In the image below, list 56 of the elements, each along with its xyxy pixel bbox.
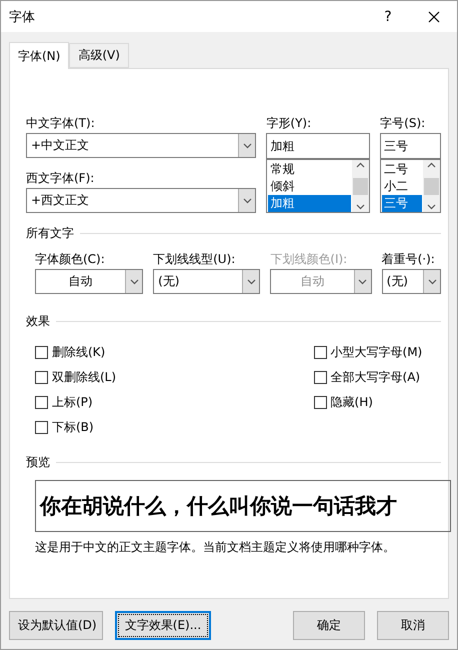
section-heading: 预览 (26, 454, 50, 471)
checkbox[interactable]: 删除线(K) (35, 344, 314, 360)
scrollbar[interactable] (423, 160, 440, 212)
chevron-down-icon (242, 142, 252, 148)
tab[interactable]: 字体(N) (9, 42, 70, 69)
field-label: 下划线线型(U): (153, 251, 236, 267)
field-label: 字形(Y): (266, 115, 312, 131)
window-title: 字体 (9, 8, 36, 26)
help-button[interactable]: ? (365, 1, 411, 32)
chevron-down-icon (427, 204, 436, 210)
list-item[interactable]: 常规 (268, 161, 352, 178)
dropdown[interactable]: 自动 (35, 269, 144, 294)
dialog-button[interactable]: 设为默认值(D) (9, 611, 103, 640)
field-label: 下划线颜色(I): (270, 251, 348, 267)
checkbox[interactable]: 双删除线(L) (35, 369, 314, 385)
checkbox[interactable]: 全部大写字母(A) (314, 369, 441, 385)
chevron-down-icon (356, 204, 366, 210)
input-field[interactable]: 三号 (380, 133, 441, 159)
scrollbar[interactable] (352, 160, 370, 212)
chevron-down-icon (246, 278, 256, 284)
list-item[interactable]: 小二 (382, 178, 422, 195)
dialog-button[interactable]: 确定 (293, 611, 365, 640)
dropdown[interactable]: (无) (153, 269, 260, 294)
chevron-down-icon (358, 278, 368, 284)
checkbox[interactable]: 小型大写字母(M) (314, 344, 441, 360)
chevron-down-icon (130, 278, 139, 284)
chevron-down-icon (428, 278, 437, 284)
field-label: 中文字体(T): (26, 115, 96, 131)
checkbox[interactable]: 下标(B) (35, 419, 314, 435)
chevron-up-icon (427, 162, 436, 168)
dropdown[interactable]: +中文正文 (26, 133, 256, 158)
section-heading: 所有文字 (26, 225, 74, 242)
dialog-button[interactable]: 取消 (377, 611, 449, 640)
checkbox[interactable]: 上标(P) (35, 394, 314, 410)
tab[interactable]: 高级(V) (69, 43, 129, 68)
list-item[interactable]: 二号 (382, 161, 422, 178)
field-label: 字号(S): (380, 115, 426, 131)
list-item[interactable]: 倾斜 (268, 178, 352, 195)
description-text: 这是用于中文的正文主题字体。当前文档主题定义将使用哪种字体。 (35, 539, 396, 556)
dialog-button[interactable]: 文字效果(E)... (115, 611, 211, 640)
field-label: 着重号(·): (382, 251, 436, 267)
list-box[interactable]: 常规 倾斜 加粗 (266, 159, 370, 213)
input-field[interactable]: 加粗 (266, 133, 370, 159)
dropdown[interactable]: +西文正文 (26, 188, 256, 213)
list-box[interactable]: 二号 小二 三号 (380, 159, 441, 213)
section-heading: 效果 (26, 313, 50, 330)
chevron-up-icon (356, 162, 366, 168)
field-label: 西文字体(F): (26, 170, 96, 186)
field-label: 字体颜色(C): (35, 251, 106, 267)
close-icon (428, 10, 440, 22)
chevron-down-icon (242, 198, 252, 204)
dropdown[interactable]: (无) (382, 269, 442, 294)
checkbox[interactable]: 隐藏(H) (314, 394, 441, 410)
preview-text: 你在胡说什么，什么叫你说一句话我才 (40, 492, 397, 520)
list-item[interactable]: 三号 (382, 195, 422, 212)
list-item[interactable]: 加粗 (268, 195, 352, 212)
